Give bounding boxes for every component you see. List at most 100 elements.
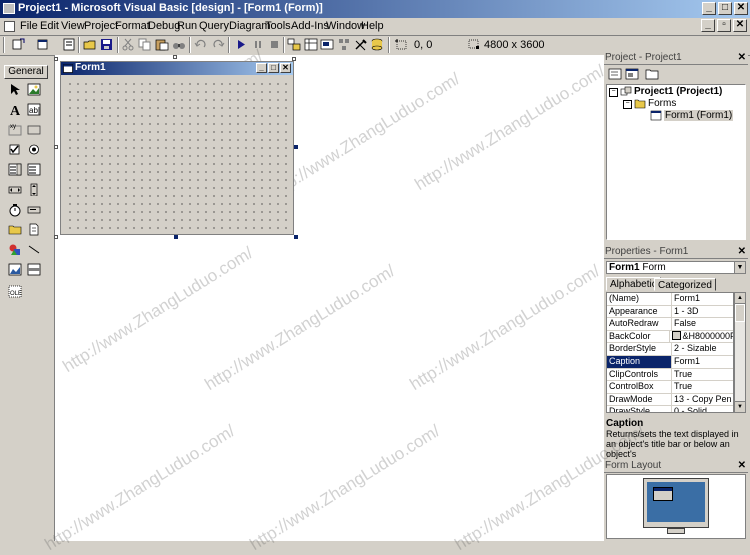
menu-run[interactable]: Run <box>177 20 197 32</box>
layout-panel-header[interactable]: Form Layout ✕ <box>604 460 748 473</box>
close-button[interactable]: ✕ <box>734 2 748 15</box>
property-row[interactable]: DrawStyle 0 - Solid <box>607 406 733 412</box>
paste-icon[interactable] <box>155 38 169 51</box>
pointer-tool[interactable] <box>7 82 23 97</box>
toolbar-grip[interactable] <box>3 37 5 53</box>
property-row[interactable]: BackColor &H8000000F <box>607 330 733 344</box>
properties-window-icon[interactable] <box>304 38 318 51</box>
view-code-icon[interactable] <box>608 68 622 80</box>
vscrollbar-tool[interactable] <box>26 182 42 197</box>
resize-handle-top-right[interactable] <box>292 57 296 61</box>
property-row[interactable]: ControlBox True <box>607 381 733 394</box>
line-tool[interactable] <box>26 242 42 257</box>
property-value[interactable]: Form1 <box>672 356 700 368</box>
toolbox-general-tab[interactable]: General <box>4 65 48 79</box>
form1-close-button[interactable]: ✕ <box>280 63 291 73</box>
property-value[interactable]: 2 - Sizable <box>672 343 717 355</box>
resize-handle-top[interactable] <box>173 55 177 59</box>
combobox-tool[interactable] <box>7 162 23 177</box>
menu-project[interactable]: Project <box>84 20 118 32</box>
label-tool[interactable]: A <box>7 102 23 117</box>
object-browser-icon[interactable] <box>337 38 351 51</box>
property-value[interactable]: True <box>672 381 692 393</box>
form1-titlebar[interactable]: Form1 _ □ ✕ <box>61 62 293 75</box>
property-grid-scrollbar[interactable]: ▲ ▼ <box>734 292 746 413</box>
break-icon[interactable] <box>251 38 265 51</box>
menu-add-ins[interactable]: Add-Ins <box>291 20 329 32</box>
menu-help[interactable]: Help <box>361 20 384 32</box>
property-value[interactable]: True <box>672 369 692 381</box>
title-bar[interactable]: Project1 - Microsoft Visual Basic [desig… <box>0 0 750 18</box>
redo-icon[interactable] <box>211 38 225 51</box>
property-row[interactable]: ClipControls True <box>607 368 733 382</box>
property-value[interactable]: 1 - 3D <box>672 306 699 318</box>
project-panel-header[interactable]: Project - Project1 ✕ <box>604 52 748 65</box>
open-icon[interactable] <box>83 38 97 51</box>
picturebox-tool[interactable] <box>26 82 42 97</box>
tree-form1-item[interactable]: Form1 (Form1) <box>664 110 734 121</box>
menu-file[interactable]: File <box>20 20 38 32</box>
property-value[interactable]: &H8000000F <box>670 330 733 343</box>
add-form-icon[interactable] <box>36 38 50 51</box>
property-row[interactable]: DrawMode 13 - Copy Pen <box>607 393 733 407</box>
find-icon[interactable] <box>172 38 186 51</box>
tab-categorized[interactable]: Categorized <box>654 278 716 291</box>
ole-tool[interactable]: OLE <box>7 284 23 299</box>
layout-area[interactable] <box>606 474 746 539</box>
menu-edit[interactable]: Edit <box>40 20 59 32</box>
properties-panel-close-button[interactable]: ✕ <box>738 246 746 258</box>
form1-designer[interactable]: Form1 _ □ ✕ <box>60 61 294 235</box>
chevron-down-icon[interactable]: ▼ <box>734 262 745 273</box>
save-icon[interactable] <box>100 38 114 51</box>
timer-tool[interactable] <box>7 202 23 217</box>
resize-handle-right[interactable] <box>294 145 298 149</box>
start-icon[interactable] <box>234 38 248 51</box>
image-tool[interactable] <box>7 262 23 277</box>
property-row[interactable]: BorderStyle 2 - Sizable <box>607 343 733 356</box>
properties-panel-header[interactable]: Properties - Form1 ✕ <box>604 246 748 259</box>
menu-window[interactable]: Window <box>326 20 365 32</box>
property-row[interactable]: (Name) Form1 <box>607 293 733 306</box>
scroll-down-icon[interactable]: ▼ <box>735 401 745 412</box>
commandbutton-tool[interactable] <box>26 122 42 137</box>
menu-debug[interactable]: Debug <box>148 20 180 32</box>
menu-view[interactable]: View <box>61 20 85 32</box>
frame-tool[interactable]: xy <box>7 122 23 137</box>
menu-format[interactable]: Format <box>115 20 150 32</box>
cut-icon[interactable] <box>121 38 135 51</box>
menu-editor-icon[interactable] <box>62 38 76 51</box>
property-value[interactable]: 0 - Solid <box>672 406 707 412</box>
hscrollbar-tool[interactable] <box>7 182 23 197</box>
document-icon[interactable] <box>4 21 15 32</box>
minimize-button[interactable]: _ <box>702 2 716 15</box>
textbox-tool[interactable]: ab| <box>26 102 42 117</box>
tree-forms-folder[interactable]: Forms <box>648 98 676 109</box>
resize-handle-bottom[interactable] <box>174 235 178 239</box>
form-position-preview[interactable] <box>653 487 673 501</box>
optionbutton-tool[interactable] <box>26 142 42 157</box>
mdi-minimize-button[interactable]: _ <box>701 19 715 32</box>
maximize-button[interactable]: □ <box>718 2 732 15</box>
data-tool[interactable] <box>26 262 42 277</box>
undo-icon[interactable] <box>194 38 208 51</box>
app-icon[interactable] <box>3 3 15 14</box>
property-row[interactable]: Caption Form1 <box>607 355 733 369</box>
toolbox-icon[interactable] <box>354 38 368 51</box>
resize-handle-top-left[interactable] <box>54 57 58 61</box>
object-selector[interactable]: Form1 Form ▼ <box>606 261 746 274</box>
filelistbox-tool[interactable] <box>26 222 42 237</box>
toggle-folders-icon[interactable] <box>645 68 659 80</box>
resize-handle-bottom-left[interactable] <box>54 235 58 239</box>
shape-tool[interactable] <box>7 242 23 257</box>
listbox-tool[interactable] <box>26 162 42 177</box>
form1-maximize-button[interactable]: □ <box>268 63 279 73</box>
copy-icon[interactable] <box>138 38 152 51</box>
view-object-icon[interactable] <box>625 68 639 80</box>
resize-handle-left[interactable] <box>54 145 58 149</box>
mdi-close-button[interactable]: ✕ <box>733 19 747 32</box>
property-row[interactable]: Appearance 1 - 3D <box>607 305 733 319</box>
property-row[interactable]: AutoRedraw False <box>607 318 733 331</box>
project-panel-close-button[interactable]: ✕ <box>738 52 746 64</box>
tree-collapse-icon[interactable]: − <box>623 100 632 109</box>
scroll-thumb[interactable] <box>735 304 745 322</box>
